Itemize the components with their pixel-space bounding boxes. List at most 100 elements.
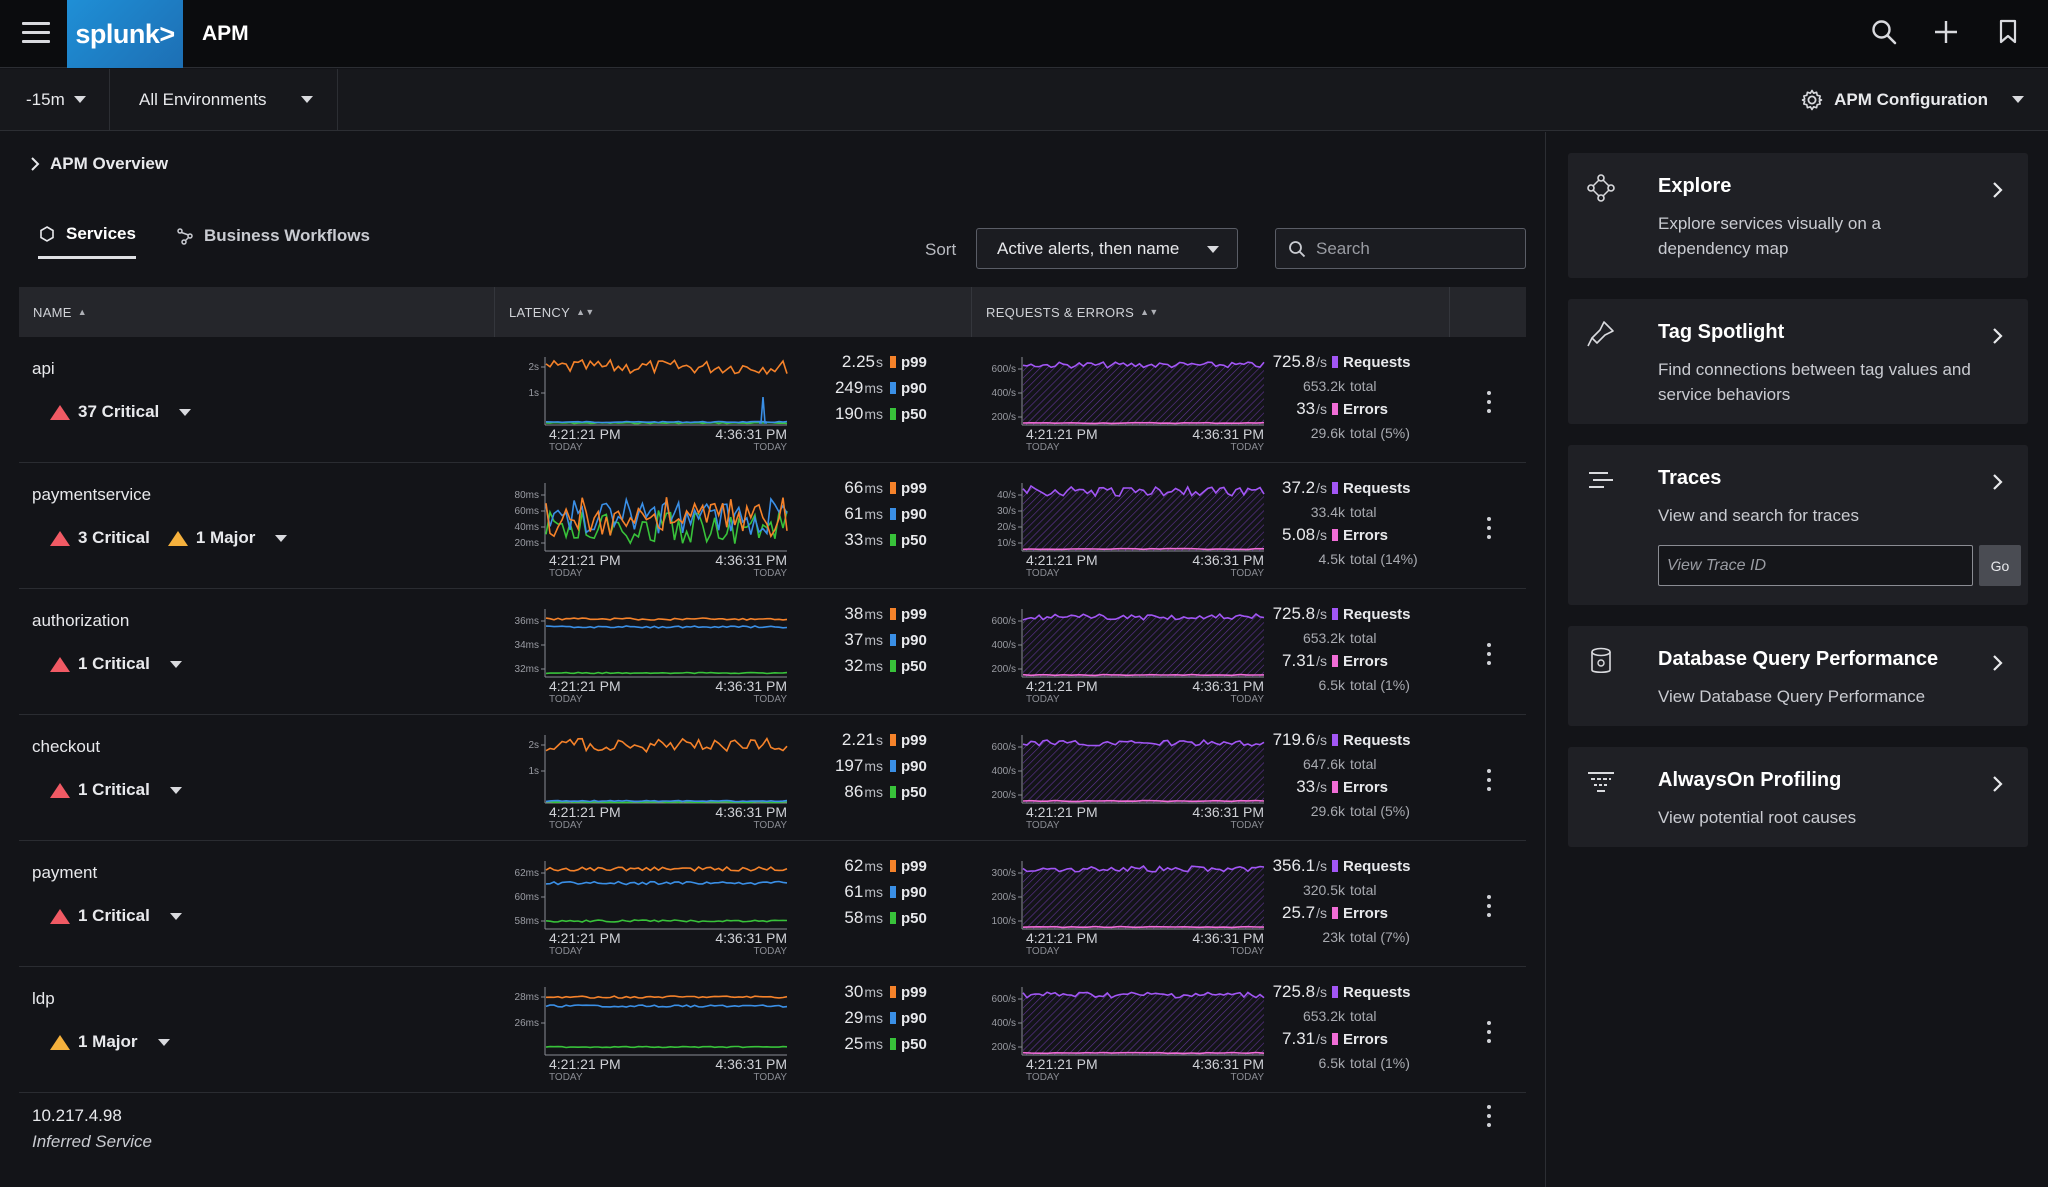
service-name-link[interactable]: payment bbox=[32, 863, 97, 883]
alert-badge-critical[interactable]: 1 Critical bbox=[50, 906, 150, 926]
alert-badge-critical[interactable]: 37 Critical bbox=[50, 402, 159, 422]
latency-label: p90 bbox=[901, 505, 927, 523]
sort-select[interactable]: Active alerts, then name bbox=[976, 228, 1238, 269]
latency-value: 37 bbox=[844, 630, 864, 649]
chart-end-time: 4:36:31 PM bbox=[1192, 1056, 1264, 1072]
traces-card[interactable]: Traces View and search for traces Go bbox=[1568, 445, 2028, 605]
latency-sparkline[interactable]: 80ms60ms40ms20ms4:21:21 PM 4:36:31 PMTODA… bbox=[509, 477, 791, 577]
column-latency[interactable]: LATENCY ▲▼ bbox=[495, 287, 972, 337]
alerts-dropdown-icon[interactable] bbox=[157, 1038, 170, 1046]
latency-sparkline[interactable]: 2s1s4:21:21 PM 4:36:31 PMTODAY TODAY bbox=[509, 351, 791, 451]
apm-configuration-menu[interactable]: APM Configuration bbox=[1800, 69, 2048, 130]
latency-unit: ms bbox=[864, 858, 883, 874]
alerts-dropdown-icon[interactable] bbox=[179, 408, 192, 416]
environment-select[interactable]: All Environments bbox=[110, 69, 338, 130]
breadcrumb-apm-overview[interactable]: APM Overview bbox=[30, 154, 168, 174]
alert-triangle-icon bbox=[50, 782, 70, 798]
requests-total: 647.6k total bbox=[1302, 755, 1377, 772]
row-actions-menu-icon[interactable] bbox=[1481, 389, 1497, 415]
errors-rate-value: 25.7/s bbox=[1282, 903, 1327, 922]
requests-errors-sparkline[interactable]: 600/s400/s200/s4:21:21 PM 4:36:31 PMTODAY… bbox=[986, 351, 1268, 451]
requests-errors-sparkline[interactable]: 300/s200/s100/s4:21:21 PM 4:36:31 PMTODAY… bbox=[986, 855, 1268, 955]
column-name[interactable]: NAME ▲ bbox=[19, 287, 495, 337]
service-name-link[interactable]: paymentservice bbox=[32, 485, 151, 505]
service-name-link[interactable]: 10.217.4.98 bbox=[32, 1106, 122, 1126]
legend-swatch bbox=[890, 508, 896, 520]
add-icon[interactable] bbox=[1928, 14, 1964, 50]
chart-start-time: 4:21:21 PM bbox=[549, 1056, 621, 1072]
traces-title: Traces bbox=[1658, 467, 1722, 489]
requests-errors-values: 719.6/s Requests 647.6k total 33/s Errors… bbox=[1257, 727, 1477, 821]
service-name-link[interactable]: ldp bbox=[32, 989, 55, 1009]
errors-total: 23k total (7%) bbox=[1322, 928, 1410, 945]
requests-label: Requests bbox=[1343, 731, 1411, 749]
chart-start-day: TODAY bbox=[549, 946, 583, 955]
database-query-card[interactable]: Database Query Performance View Database… bbox=[1568, 626, 2028, 726]
requests-errors-sparkline[interactable]: 600/s400/s200/s4:21:21 PM 4:36:31 PMTODAY… bbox=[986, 981, 1268, 1081]
alert-badge-critical[interactable]: 1 Critical bbox=[50, 654, 150, 674]
chart-tick-label: 200/s bbox=[992, 1042, 1016, 1053]
row-actions-menu-icon[interactable] bbox=[1481, 1019, 1497, 1045]
table-row: checkout 1 Critical 2s 1s 4:21:21 PM 4:36:3… bbox=[19, 715, 1526, 841]
row-actions-menu-icon[interactable] bbox=[1481, 893, 1497, 919]
flashlight-icon bbox=[1587, 321, 1614, 347]
row-actions-menu-icon[interactable] bbox=[1481, 515, 1497, 541]
latency-line-p90 bbox=[545, 799, 788, 803]
latency-value: 32 bbox=[844, 656, 864, 675]
legend-swatch bbox=[890, 786, 896, 798]
requests-errors-sparkline[interactable]: 600/s400/s200/s4:21:21 PM 4:36:31 PMTODAY… bbox=[986, 729, 1268, 829]
alerts-dropdown-icon[interactable] bbox=[275, 534, 288, 542]
latency-sparkline[interactable]: 2s1s4:21:21 PM 4:36:31 PMTODAY TODAY bbox=[509, 729, 791, 829]
requests-label: Requests bbox=[1343, 353, 1411, 371]
tab-business-workflows[interactable]: Business Workflows bbox=[176, 224, 370, 259]
alert-badge-critical[interactable]: 3 Critical bbox=[50, 528, 150, 548]
explore-card[interactable]: Explore Explore services visually on a d… bbox=[1568, 153, 2028, 278]
latency-sparkline[interactable]: 36ms34ms32ms4:21:21 PM 4:36:31 PMTODAY TOD… bbox=[509, 603, 791, 703]
requests-rate-value: 719.6/s bbox=[1272, 730, 1327, 749]
service-name-link[interactable]: checkout bbox=[32, 737, 100, 757]
row-actions-menu-icon[interactable] bbox=[1481, 767, 1497, 793]
alerts-summary: 1 Major bbox=[50, 1032, 170, 1052]
column-requests-errors[interactable]: REQUESTS & ERRORS ▲▼ bbox=[972, 287, 1450, 337]
chart-end-time: 4:36:31 PM bbox=[715, 552, 787, 568]
latency-p50: 190 ms p50 bbox=[781, 401, 931, 427]
trace-id-input[interactable] bbox=[1658, 545, 1973, 586]
tab-services[interactable]: Services bbox=[38, 224, 136, 259]
latency-p90: 37 ms p90 bbox=[781, 627, 931, 653]
search-input[interactable] bbox=[1316, 238, 1516, 259]
latency-label: p99 bbox=[901, 353, 927, 371]
time-range-picker[interactable]: -15m bbox=[0, 69, 110, 130]
alert-triangle-icon bbox=[167, 530, 188, 546]
service-name-link[interactable]: api bbox=[32, 359, 55, 379]
row-actions-menu-icon[interactable] bbox=[1481, 1103, 1497, 1129]
requests-errors-values: 725.8/s Requests 653.2k total 7.31/s Erro… bbox=[1257, 601, 1477, 695]
latency-unit: ms bbox=[864, 480, 883, 496]
search-icon[interactable] bbox=[1866, 14, 1902, 50]
latency-label: p99 bbox=[901, 983, 927, 1001]
row-actions-menu-icon[interactable] bbox=[1481, 641, 1497, 667]
requests-errors-sparkline[interactable]: 40/s30/s20/s10/s4:21:21 PM 4:36:31 PMTODA… bbox=[986, 477, 1268, 577]
alwayson-profiling-card[interactable]: AlwaysOn Profiling View potential root c… bbox=[1568, 747, 2028, 847]
tag-spotlight-card[interactable]: Tag Spotlight Find connections between t… bbox=[1568, 299, 2028, 424]
alerts-dropdown-icon[interactable] bbox=[169, 786, 182, 794]
splunk-logo[interactable]: splunk> bbox=[67, 0, 183, 68]
alert-badge-critical[interactable]: 1 Critical bbox=[50, 780, 150, 800]
requests-errors-sparkline[interactable]: 600/s400/s200/s4:21:21 PM 4:36:31 PMTODAY… bbox=[986, 603, 1268, 703]
latency-label: p99 bbox=[901, 605, 927, 623]
alerts-dropdown-icon[interactable] bbox=[169, 912, 182, 920]
errors-rate: 33/s Errors bbox=[1257, 396, 1477, 422]
filter-bar: -15m All Environments APM Configuration bbox=[0, 69, 2048, 131]
menu-icon[interactable] bbox=[22, 22, 50, 44]
alert-badge-major[interactable]: 1 Major bbox=[50, 1032, 138, 1052]
legend-swatch bbox=[890, 1012, 896, 1024]
alwayson-profiling-title: AlwaysOn Profiling bbox=[1658, 769, 1842, 791]
chart-tick-label: 100/s bbox=[992, 916, 1016, 927]
latency-sparkline[interactable]: 28ms26ms4:21:21 PM 4:36:31 PMTODAY TODAY bbox=[509, 981, 791, 1081]
bookmark-icon[interactable] bbox=[1990, 14, 2026, 50]
service-name-link[interactable]: authorization bbox=[32, 611, 129, 631]
alerts-dropdown-icon[interactable] bbox=[169, 660, 182, 668]
latency-sparkline[interactable]: 62ms60ms58ms4:21:21 PM 4:36:31 PMTODAY TOD… bbox=[509, 855, 791, 955]
alert-badge-major[interactable]: 1 Major bbox=[167, 528, 255, 548]
chart-end-time: 4:36:31 PM bbox=[1192, 552, 1264, 568]
go-button[interactable]: Go bbox=[1979, 545, 2021, 586]
